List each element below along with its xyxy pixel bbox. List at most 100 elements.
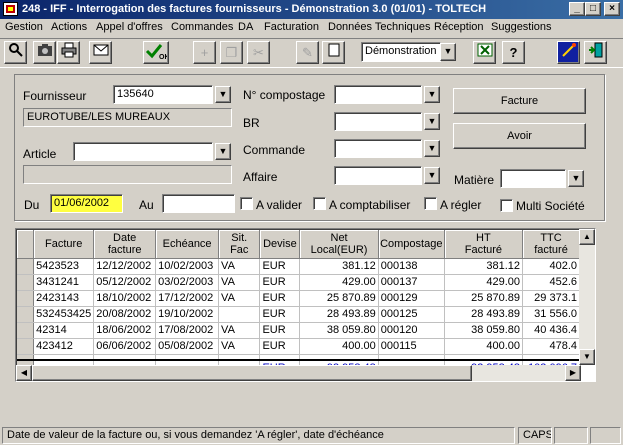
table-row[interactable]: 3431241 05/12/2002 03/02/2003 VA EUR 429.00 00…	[17, 274, 580, 291]
date-from-field[interactable]: 01/06/2002	[50, 194, 123, 213]
scroll-right-icon[interactable]: ▶	[565, 365, 581, 381]
header-sit-fac[interactable]: Sit. Fac	[218, 230, 261, 259]
matiere-label: Matière	[454, 173, 495, 187]
article-dropdown-icon[interactable]: ▼	[215, 143, 231, 160]
copy-icon[interactable]: ❐	[220, 41, 243, 64]
header-facture[interactable]: Facture	[33, 230, 95, 259]
matiere-dropdown-icon[interactable]: ▼	[568, 170, 584, 187]
date-to-field[interactable]	[162, 194, 235, 213]
affaire-dropdown-icon[interactable]: ▼	[424, 167, 440, 184]
article-label: Article	[23, 147, 57, 161]
chevron-down-icon[interactable]: ▼	[440, 43, 456, 61]
vertical-scrollbar[interactable]: ▲ ▼	[579, 229, 595, 365]
a-regler-label: A régler	[440, 198, 482, 212]
ok-label: OK	[159, 54, 167, 60]
a-valider-checkbox[interactable]	[240, 197, 253, 210]
table-row[interactable]: 423412 06/06/2002 05/08/2002 VA EUR 400.00 000…	[17, 338, 580, 355]
facture-button[interactable]: Facture	[453, 88, 586, 114]
header-net-local[interactable]: Net Local(EUR)	[299, 230, 379, 259]
commande-dropdown-icon[interactable]: ▼	[424, 140, 440, 157]
status-panel-empty-2	[590, 427, 621, 444]
horizontal-scrollbar[interactable]: ◀ ▶	[16, 365, 581, 381]
table-row[interactable]: 5423523 12/12/2002 10/02/2003 VA EUR 381.12 00…	[17, 258, 580, 275]
camera-icon[interactable]	[33, 41, 56, 64]
matiere-field[interactable]	[500, 169, 566, 188]
scroll-thumb[interactable]	[32, 365, 472, 381]
status-bar: Date de valeur de la facture ou, si vous…	[0, 425, 623, 445]
status-panel-empty-1	[554, 427, 588, 444]
multi-societe-checkbox[interactable]	[500, 199, 513, 212]
new-page-icon[interactable]	[322, 41, 345, 64]
menu-facturation[interactable]: Facturation	[264, 21, 319, 33]
commande-label: Commande	[243, 143, 306, 157]
row-selector-header	[17, 230, 35, 259]
scroll-up-icon[interactable]: ▲	[579, 229, 595, 245]
menu-appel-offres[interactable]: Appel d'offres	[96, 21, 163, 33]
br-label: BR	[243, 116, 260, 130]
header-devise[interactable]: Devise	[259, 230, 301, 259]
fournisseur-field[interactable]: 135640	[113, 85, 213, 104]
invoice-grid: Facture Date facture Echéance Sit. Fac Dev…	[15, 228, 596, 382]
menu-gestion[interactable]: Gestion	[5, 21, 43, 33]
add-icon[interactable]: +	[193, 41, 216, 64]
company-select[interactable]: Démonstration 3.	[361, 42, 441, 62]
header-ht-facture[interactable]: HT Facturé	[444, 230, 524, 259]
scroll-down-icon[interactable]: ▼	[579, 349, 595, 365]
article-field[interactable]	[73, 142, 213, 161]
fournisseur-dropdown-icon[interactable]: ▼	[215, 86, 231, 103]
maximize-button[interactable]: □	[585, 2, 601, 16]
br-dropdown-icon[interactable]: ▼	[424, 113, 440, 130]
fournisseur-name: EUROTUBE/LES MUREAUX	[23, 108, 232, 127]
printer-icon[interactable]	[57, 41, 80, 64]
table-row[interactable]: 42314 18/06/2002 17/08/2002 VA EUR 38 059.80 0…	[17, 322, 580, 339]
a-valider-label: A valider	[256, 198, 303, 212]
a-comptabiliser-checkbox[interactable]	[313, 197, 326, 210]
invoice-table: Facture Date facture Echéance Sit. Fac Dev…	[17, 230, 580, 377]
header-date-facture[interactable]: Date facture	[93, 230, 157, 259]
menu-reception[interactable]: Réception	[434, 21, 484, 33]
header-ttc-facture[interactable]: TTC facturé	[522, 230, 580, 259]
menu-suggestions[interactable]: Suggestions	[491, 21, 552, 33]
compostage-label: N° compostage	[243, 88, 326, 102]
menu-actions[interactable]: Actions	[51, 21, 87, 33]
minimize-button[interactable]: _	[569, 2, 585, 16]
header-compostage[interactable]: Compostage	[378, 230, 445, 259]
compostage-field[interactable]	[334, 85, 422, 104]
scroll-left-icon[interactable]: ◀	[16, 365, 32, 381]
window-title: 248 - IFF - Interrogation des factures f…	[22, 3, 487, 15]
help-icon[interactable]: ?	[502, 41, 525, 64]
compostage-dropdown-icon[interactable]: ▼	[424, 86, 440, 103]
multi-societe-label: Multi Société	[516, 199, 585, 213]
ok-check-icon[interactable]: OK	[143, 41, 170, 64]
app-icon	[3, 2, 18, 16]
edit-icon[interactable]: ✎	[296, 41, 319, 64]
mail-icon[interactable]	[89, 41, 112, 64]
caps-indicator: CAPS	[518, 427, 552, 444]
avoir-button[interactable]: Avoir	[453, 123, 586, 149]
cut-icon[interactable]: ✂	[247, 41, 270, 64]
title-bar: 248 - IFF - Interrogation des factures f…	[0, 0, 623, 19]
br-field[interactable]	[334, 112, 422, 131]
menu-bar: Gestion Actions Appel d'offres Commandes…	[0, 19, 623, 37]
du-label: Du	[24, 198, 40, 212]
exit-icon[interactable]	[584, 41, 607, 64]
menu-donnees-techniques[interactable]: Données Techniques	[328, 21, 431, 33]
launch-icon[interactable]	[557, 41, 580, 64]
a-regler-checkbox[interactable]	[424, 197, 437, 210]
search-icon[interactable]	[4, 41, 27, 64]
commande-field[interactable]	[334, 139, 422, 158]
table-row[interactable]: 532453425 20/08/2002 19/10/2002 EUR 28 493.8…	[17, 306, 580, 323]
invoice-rows: 5423523 12/12/2002 10/02/2003 VA EUR 381.12 00…	[17, 258, 580, 377]
article-description	[23, 165, 232, 184]
excel-icon[interactable]	[473, 41, 496, 64]
status-message: Date de valeur de la facture ou, si vous…	[2, 427, 515, 444]
header-echeance[interactable]: Echéance	[155, 230, 220, 259]
au-label: Au	[139, 198, 154, 212]
affaire-field[interactable]	[334, 166, 422, 185]
close-button[interactable]: ×	[604, 2, 620, 16]
fournisseur-label: Fournisseur	[23, 89, 87, 103]
menu-commandes[interactable]: Commandes	[171, 21, 233, 33]
menu-da[interactable]: DA	[238, 21, 253, 33]
toolbar: OK + ❐ ✂ ✎ Démonstration 3. ▼ ?	[0, 38, 623, 68]
table-row[interactable]: 2423143 18/10/2002 17/12/2002 VA EUR 25 870.8…	[17, 290, 580, 307]
